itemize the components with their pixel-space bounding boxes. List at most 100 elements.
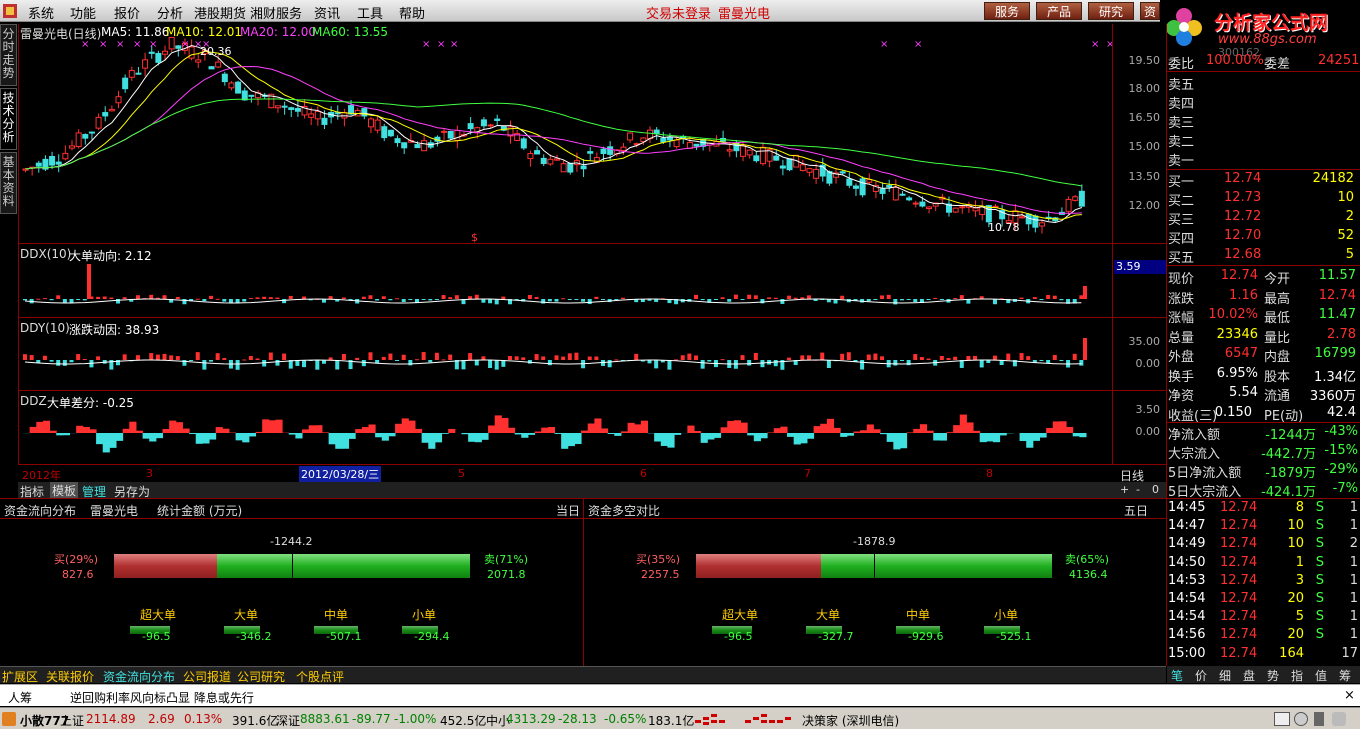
ddz-area <box>601 428 609 433</box>
buy-level-row[interactable]: 买四 12.70 52 <box>1168 228 1360 247</box>
bottom-tab[interactable]: 扩展区 <box>2 668 38 685</box>
server-name[interactable]: 决策家 (深圳电信) <box>802 712 899 729</box>
right-tab[interactable]: 值 <box>1315 667 1327 684</box>
ddz-chart[interactable] <box>19 391 1112 464</box>
right-tab[interactable]: 盘 <box>1243 667 1255 684</box>
app-logo-icon[interactable] <box>0 2 20 20</box>
sell-level-row[interactable]: 卖五 <box>1168 74 1360 93</box>
mail-icon[interactable] <box>1274 712 1290 726</box>
histogram-bar <box>992 355 997 360</box>
bottom-tab[interactable]: 资金流向分布 <box>103 668 175 685</box>
buy-level-row[interactable]: 买三 12.72 2 <box>1168 209 1360 228</box>
reset-button[interactable]: 0 <box>1152 483 1159 496</box>
menu-hk-futures[interactable]: 港股期货 <box>194 3 246 22</box>
sell-level-row[interactable]: 卖三 <box>1168 112 1360 131</box>
histogram-bar <box>1079 360 1084 366</box>
tab-intraday[interactable]: 分时走势 <box>0 24 17 86</box>
right-tab[interactable]: 指 <box>1291 667 1303 684</box>
category-value: -525.1 <box>996 630 1032 643</box>
fund-flow-period[interactable]: 当日 <box>556 502 580 519</box>
buy-level-row[interactable]: 买二 12.73 10 <box>1168 190 1360 209</box>
ddz-area <box>175 422 183 433</box>
bottom-tab[interactable]: 公司研究 <box>237 668 285 685</box>
ddz-area <box>56 433 64 436</box>
right-tab[interactable]: 细 <box>1219 667 1231 684</box>
candle-body <box>108 108 115 112</box>
ddz-area <box>155 433 164 439</box>
histogram-bar <box>448 354 453 360</box>
bottom-tab[interactable]: 个股点评 <box>296 668 344 685</box>
ddz-area <box>355 429 363 433</box>
settings-icon[interactable] <box>1294 712 1308 726</box>
right-tab[interactable]: 笔 <box>1171 667 1183 684</box>
histogram-bar <box>800 297 805 299</box>
ddx-chart[interactable] <box>19 244 1112 317</box>
research-button[interactable]: 研究 <box>1088 2 1134 20</box>
volume-icon[interactable] <box>1332 712 1346 726</box>
histogram-bar <box>494 299 499 305</box>
bottom-tab[interactable]: 关联报价 <box>46 668 94 685</box>
ddz-area <box>82 426 90 433</box>
histogram-bar <box>1026 356 1031 360</box>
ddy-chart[interactable] <box>19 318 1112 390</box>
news-headline[interactable]: 逆回购利率风向标凸显 降息或先行 <box>70 689 254 706</box>
sz-amount: 452.5亿 <box>440 714 487 728</box>
histogram-bar <box>753 295 758 299</box>
fund-compare-period[interactable]: 五日 <box>1124 502 1148 519</box>
histogram-bar <box>69 360 74 363</box>
sell-level-row[interactable]: 卖二 <box>1168 131 1360 150</box>
histogram-bar <box>49 360 54 362</box>
zoom-out-button[interactable]: - <box>1136 483 1140 496</box>
ddz-area <box>288 433 296 435</box>
signal-marker: × <box>880 39 888 50</box>
menu-xiangcai[interactable]: 湘财服务 <box>250 3 302 22</box>
ddz-area <box>833 427 841 433</box>
service-button[interactable]: 服务 <box>984 2 1030 20</box>
lock-icon[interactable] <box>1314 712 1324 726</box>
histogram-bar <box>268 352 273 360</box>
menu-news[interactable]: 资讯 <box>314 3 340 22</box>
sell-level-row[interactable]: 卖一 <box>1168 150 1360 169</box>
candlestick-chart[interactable]: × × × × × × × × × × × × × × ×$ <box>19 24 1112 243</box>
ddz-area <box>268 420 276 433</box>
candle-body <box>454 130 461 141</box>
histogram-bar <box>434 299 439 300</box>
tab-technical[interactable]: 技术分析 <box>0 88 17 150</box>
news-close-icon[interactable]: × <box>1344 688 1355 703</box>
bottom-tab-bar: 扩展区 关联报价 资金流向分布 公司报道 公司研究 个股点评 <box>0 666 1166 685</box>
login-status[interactable]: 交易未登录 <box>646 3 711 22</box>
ddz-area <box>1026 433 1034 448</box>
candle-body <box>892 186 899 201</box>
indicator-toolbar: 指标 模板 管理 另存为 + - 0 <box>18 482 1166 499</box>
buy-level-row[interactable]: 买一 12.74 24182 <box>1168 171 1360 190</box>
ddz-area <box>361 427 369 433</box>
tab-fundamental[interactable]: 基本资料 <box>0 152 17 214</box>
menu-function[interactable]: 功能 <box>70 3 96 22</box>
zoom-in-button[interactable]: + <box>1120 483 1129 496</box>
menu-tools[interactable]: 工具 <box>357 3 383 22</box>
right-tab[interactable]: 价 <box>1195 667 1207 684</box>
right-tab[interactable]: 筹 <box>1339 667 1351 684</box>
candle-body <box>912 202 919 205</box>
candle-body <box>985 205 992 223</box>
menu-system[interactable]: 系统 <box>28 3 54 22</box>
menu-help[interactable]: 帮助 <box>399 3 425 22</box>
template-button[interactable]: 模板 <box>50 482 79 499</box>
sell-level-row[interactable]: 卖四 <box>1168 93 1360 112</box>
menu-quote[interactable]: 报价 <box>114 3 140 22</box>
histogram-bar <box>282 299 287 304</box>
histogram-bar <box>87 264 91 299</box>
info-button[interactable]: 资 <box>1140 2 1160 20</box>
stock-link[interactable]: 雷曼光电 <box>718 3 770 22</box>
sh-value: 2114.89 <box>86 712 136 726</box>
histogram-bar <box>893 299 898 305</box>
product-button[interactable]: 产品 <box>1036 2 1082 20</box>
menu-analysis[interactable]: 分析 <box>157 3 183 22</box>
right-tab[interactable]: 势 <box>1267 667 1279 684</box>
buy-level-row[interactable]: 买五 12.68 5 <box>1168 247 1360 266</box>
histogram-bar <box>488 360 493 369</box>
histogram-bar <box>946 358 951 360</box>
histogram-bar <box>919 357 924 360</box>
bottom-tab[interactable]: 公司报道 <box>183 668 231 685</box>
histogram-bar <box>826 360 831 369</box>
